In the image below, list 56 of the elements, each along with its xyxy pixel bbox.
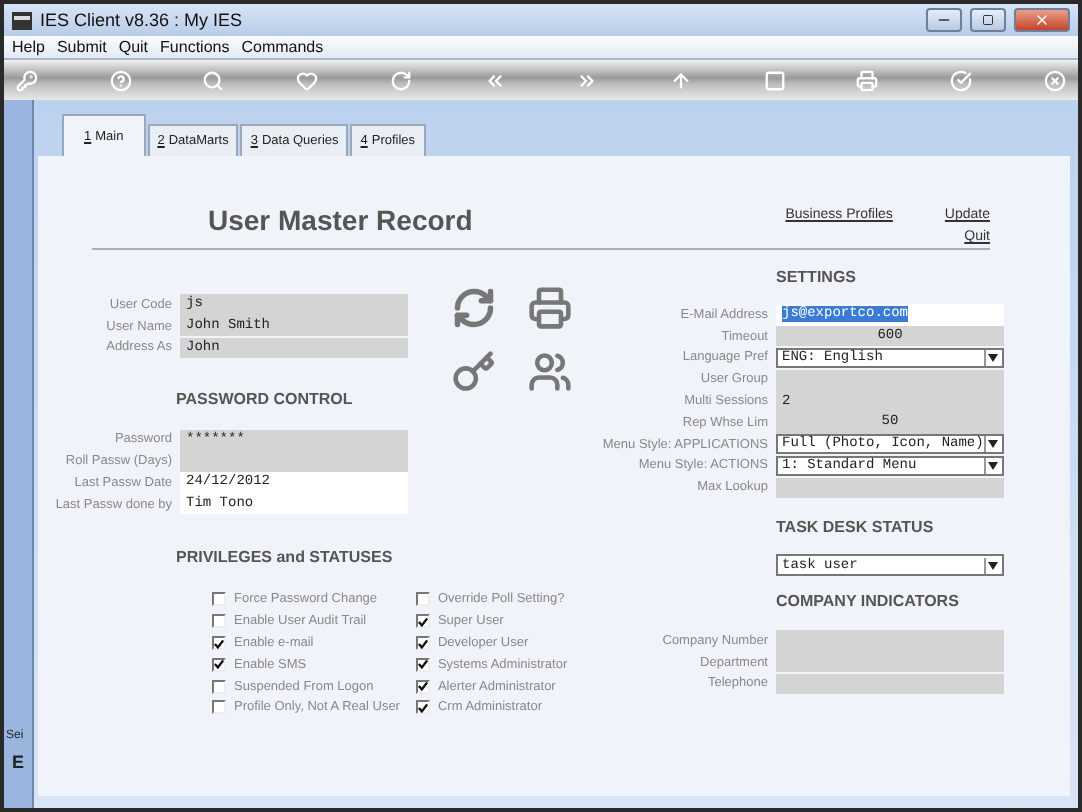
checkbox[interactable] (212, 636, 226, 651)
checkbox[interactable] (415, 614, 430, 629)
menu-item[interactable]: Functions (160, 38, 230, 56)
checkbox[interactable] (212, 657, 226, 672)
input-field[interactable] (776, 630, 1004, 652)
up-arrow-icon[interactable] (670, 69, 693, 91)
input-field[interactable] (776, 673, 1004, 695)
input-field[interactable] (776, 477, 1004, 499)
refresh-icon[interactable] (389, 69, 412, 91)
dropdown-caret-icon[interactable] (984, 349, 998, 366)
checkbox[interactable] (212, 700, 226, 715)
input-field[interactable] (776, 651, 1004, 673)
people-icon[interactable] (528, 350, 572, 395)
key-icon[interactable] (452, 350, 496, 395)
double-right-arrow-icon[interactable] (576, 69, 599, 91)
page-title: User Master Record (208, 204, 473, 236)
search-icon[interactable] (202, 69, 225, 91)
sidebar-text: E (10, 752, 27, 772)
checkbox[interactable] (212, 679, 226, 694)
section-title: SETTINGS (776, 268, 859, 286)
dropdown-caret-icon[interactable] (984, 457, 998, 474)
dropdown-caret-icon[interactable] (984, 436, 998, 453)
checkbox[interactable] (415, 657, 430, 672)
checkbox[interactable] (415, 592, 430, 607)
section-title: COMPANY INDICATORS (776, 591, 961, 610)
menu-item[interactable]: Commands (241, 38, 324, 56)
dropdown-caret-icon[interactable] (984, 557, 998, 574)
square-icon[interactable] (763, 69, 786, 91)
key-icon[interactable] (16, 69, 38, 91)
menu-item[interactable]: Help (12, 38, 45, 56)
section-title: TASK DESK STATUS (776, 518, 936, 537)
maximize-icon (982, 14, 994, 26)
input-field[interactable] (180, 450, 408, 472)
minimize-button[interactable] (926, 8, 962, 32)
printer-icon[interactable] (528, 286, 572, 330)
heart-icon[interactable] (296, 69, 319, 91)
refresh-icon[interactable] (452, 286, 496, 330)
printer-icon[interactable] (856, 69, 879, 91)
checkbox[interactable] (415, 700, 430, 715)
help-icon[interactable] (109, 69, 132, 91)
app-icon (12, 11, 32, 29)
section-title: PASSWORD CONTROL (176, 390, 355, 409)
checkbox[interactable] (415, 679, 430, 694)
check-icon[interactable] (950, 69, 973, 91)
double-left-arrow-icon[interactable] (483, 69, 506, 91)
checkbox[interactable] (212, 592, 226, 607)
checkbox[interactable] (212, 614, 226, 629)
checkbox[interactable] (415, 636, 430, 651)
close-icon[interactable] (1043, 69, 1066, 91)
maximize-button[interactable] (970, 8, 1006, 32)
menu-item[interactable]: Submit (56, 38, 107, 56)
close-icon (1034, 12, 1050, 28)
window-title: IES Client v8.36 : My IES (40, 10, 245, 30)
section-title: PRIVILEGES and STATUSES (176, 547, 395, 566)
menu-item[interactable]: Quit (118, 38, 149, 56)
input-field[interactable] (776, 369, 1004, 391)
